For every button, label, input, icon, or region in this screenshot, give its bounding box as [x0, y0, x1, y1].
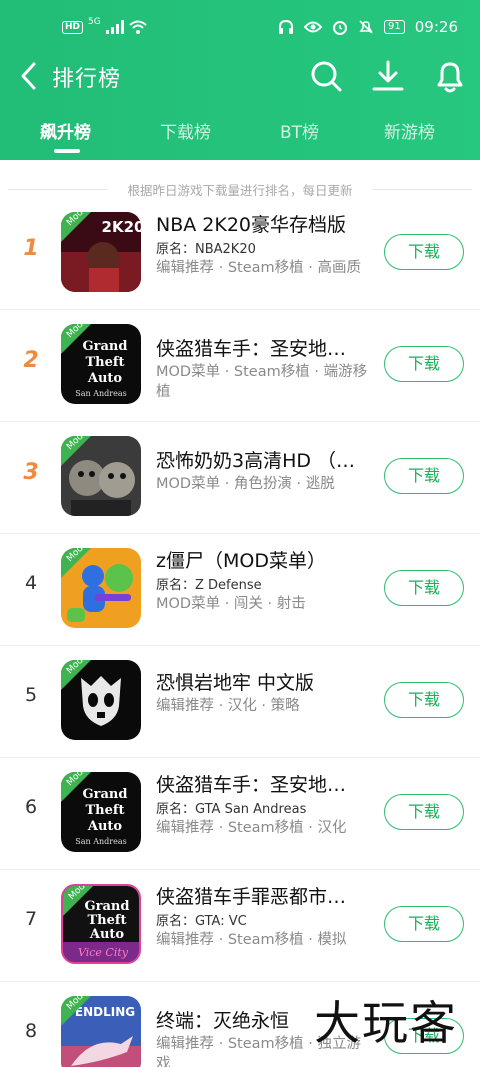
page-title: 排行榜 — [52, 67, 122, 92]
download-icon[interactable] — [370, 58, 406, 94]
game-icon-gta-vc[interactable]: Grand Theft Auto Vice City Mod — [61, 884, 141, 964]
title-bar: 排行榜 — [0, 54, 480, 98]
game-tags: 编辑推荐 · Steam移植 · 高画质 — [156, 260, 361, 276]
svg-text:Theft: Theft — [88, 913, 127, 928]
svg-text:Grand: Grand — [83, 787, 128, 802]
svg-text:Auto: Auto — [87, 371, 123, 386]
signal-icon: 5G — [88, 17, 101, 27]
svg-text:2K20: 2K20 — [102, 218, 141, 236]
svg-text:San Andreas: San Andreas — [75, 389, 126, 398]
list-item[interactable]: 5 Mod 恐惧岩地牢 中文版 编辑推荐 · 汉化 · 策略 下载 — [0, 646, 480, 758]
rank-number: 1 — [23, 236, 39, 261]
list-item[interactable]: 2 Grand Theft Auto San Andreas Mod 侠盗猎车手：圣安地… — [0, 310, 480, 422]
game-title[interactable]: 侠盗猎车手：圣安地… — [156, 334, 371, 361]
bell-icon[interactable] — [432, 58, 468, 94]
download-button[interactable]: 下载 — [384, 906, 464, 942]
tab-new-games[interactable]: 新游榜 — [384, 118, 435, 143]
game-tags: MOD菜单 · Steam移植 · 端游移植 — [156, 364, 368, 400]
game-icon-endling[interactable]: ENDLING Mod — [61, 996, 141, 1067]
download-button[interactable]: 下载 — [384, 346, 464, 382]
original-name: 原名：GTA San Andreas — [156, 802, 307, 817]
search-icon[interactable] — [308, 58, 344, 94]
game-icon-nba2k20[interactable]: 2K20 Mod — [61, 212, 141, 292]
game-icon-granny[interactable]: Mod — [61, 436, 141, 516]
game-title[interactable]: 恐惧岩地牢 中文版 — [156, 668, 371, 695]
svg-text:Vice City: Vice City — [78, 946, 129, 959]
mute-icon — [359, 20, 373, 34]
game-title[interactable]: 恐怖奶奶3高清HD （… — [156, 446, 371, 473]
tab-trending[interactable]: 飙升榜 — [40, 118, 91, 143]
tab-downloads[interactable]: 下载榜 — [160, 118, 211, 143]
status-bar: HD 5G 91 09:26 — [0, 14, 480, 44]
game-tags: 编辑推荐 · 汉化 · 策略 — [156, 698, 300, 714]
game-icon-darkest-dungeon[interactable]: Mod — [61, 660, 141, 740]
list-item[interactable]: 7 Grand Theft Auto Vice City Mod 侠盗猎车手罪恶都市… … — [0, 870, 480, 982]
tab-bt[interactable]: BT榜 — [280, 118, 319, 143]
svg-text:Auto: Auto — [89, 927, 125, 942]
rank-tabs: 飙升榜 下载榜 BT榜 新游榜 — [0, 112, 480, 160]
game-title[interactable]: NBA 2K20豪华存档版 — [156, 210, 371, 237]
svg-text:Auto: Auto — [87, 819, 123, 834]
game-tags: 编辑推荐 · Steam移植 · 模拟 — [156, 932, 347, 948]
rank-number: 2 — [23, 348, 39, 373]
game-icon-gta-sa[interactable]: Grand Theft Auto San Andreas Mod — [61, 324, 141, 404]
game-title[interactable]: z僵尸（MOD菜单） — [156, 546, 371, 573]
battery-indicator: 91 — [384, 20, 405, 34]
active-tab-indicator — [54, 149, 80, 153]
rank-number: 8 — [24, 1020, 38, 1042]
svg-text:Grand: Grand — [85, 899, 130, 914]
wifi-icon — [129, 20, 147, 34]
game-icon-z-defense[interactable]: Mod — [61, 548, 141, 628]
download-button[interactable]: 下载 — [384, 234, 464, 270]
download-button[interactable]: 下载 — [384, 570, 464, 606]
download-button[interactable]: 下载 — [384, 794, 464, 830]
game-tags: MOD菜单 · 闯关 · 射击 — [156, 596, 306, 612]
game-title[interactable]: 侠盗猎车手：圣安地… — [156, 770, 371, 797]
clock: 09:26 — [414, 18, 458, 36]
eye-icon — [304, 21, 323, 33]
list-item[interactable]: 6 Grand Theft Auto San Andreas Mod 侠盗猎车手：圣安地… — [0, 758, 480, 870]
game-icon-gta-sa[interactable]: Grand Theft Auto San Andreas Mod — [61, 772, 141, 852]
download-button[interactable]: 下载 — [384, 682, 464, 718]
watermark: 大玩客 — [314, 996, 458, 1050]
original-name: 原名：Z Defense — [156, 578, 262, 593]
svg-text:San Andreas: San Andreas — [75, 837, 126, 846]
rank-number: 4 — [24, 572, 38, 594]
rank-number: 7 — [24, 908, 38, 930]
list-item[interactable]: 4 Mod z僵尸（MOD菜单） 原名：Z Defense MOD菜单 · 闯关… — [0, 534, 480, 646]
svg-text:Theft: Theft — [86, 803, 125, 818]
list-item[interactable]: 1 2K20 Mod NBA 2K20豪华存档版 原名：NBA2K20 编辑推荐 … — [0, 198, 480, 310]
rank-number: 5 — [24, 684, 38, 706]
rank-number: 6 — [24, 796, 38, 818]
cell-signal-icon — [105, 20, 124, 34]
divider — [372, 189, 472, 190]
svg-text:ENDLING: ENDLING — [75, 1005, 135, 1019]
download-button[interactable]: 下载 — [384, 458, 464, 494]
headphones-icon — [279, 19, 294, 34]
original-name: 原名：NBA2K20 — [156, 242, 256, 257]
app-header: HD 5G 91 09:26 排行榜 飙升榜 下载榜 BT榜 新游榜 — [0, 0, 480, 160]
svg-text:Theft: Theft — [86, 355, 125, 370]
game-tags: MOD菜单 · 角色扮演 · 逃脱 — [156, 476, 335, 492]
game-tags: 编辑推荐 · Steam移植 · 汉化 — [156, 820, 347, 836]
alarm-icon — [333, 21, 348, 35]
back-arrow-icon[interactable] — [16, 58, 44, 94]
game-title[interactable]: 侠盗猎车手罪恶都市… — [156, 882, 371, 909]
original-name: 原名：GTA: VC — [156, 914, 247, 929]
ranking-list[interactable]: 根据昨日游戏下载量进行排名，每日更新 1 2K20 Mod NBA 2K20豪华存… — [0, 160, 480, 1067]
svg-text:Grand: Grand — [83, 339, 128, 354]
hd-indicator: HD — [62, 20, 84, 34]
list-item[interactable]: 3 Mod 恐怖奶奶3高清HD （… MOD菜单 · 角色扮演 · 逃脱 下载 — [0, 422, 480, 534]
rank-number: 3 — [23, 460, 39, 485]
